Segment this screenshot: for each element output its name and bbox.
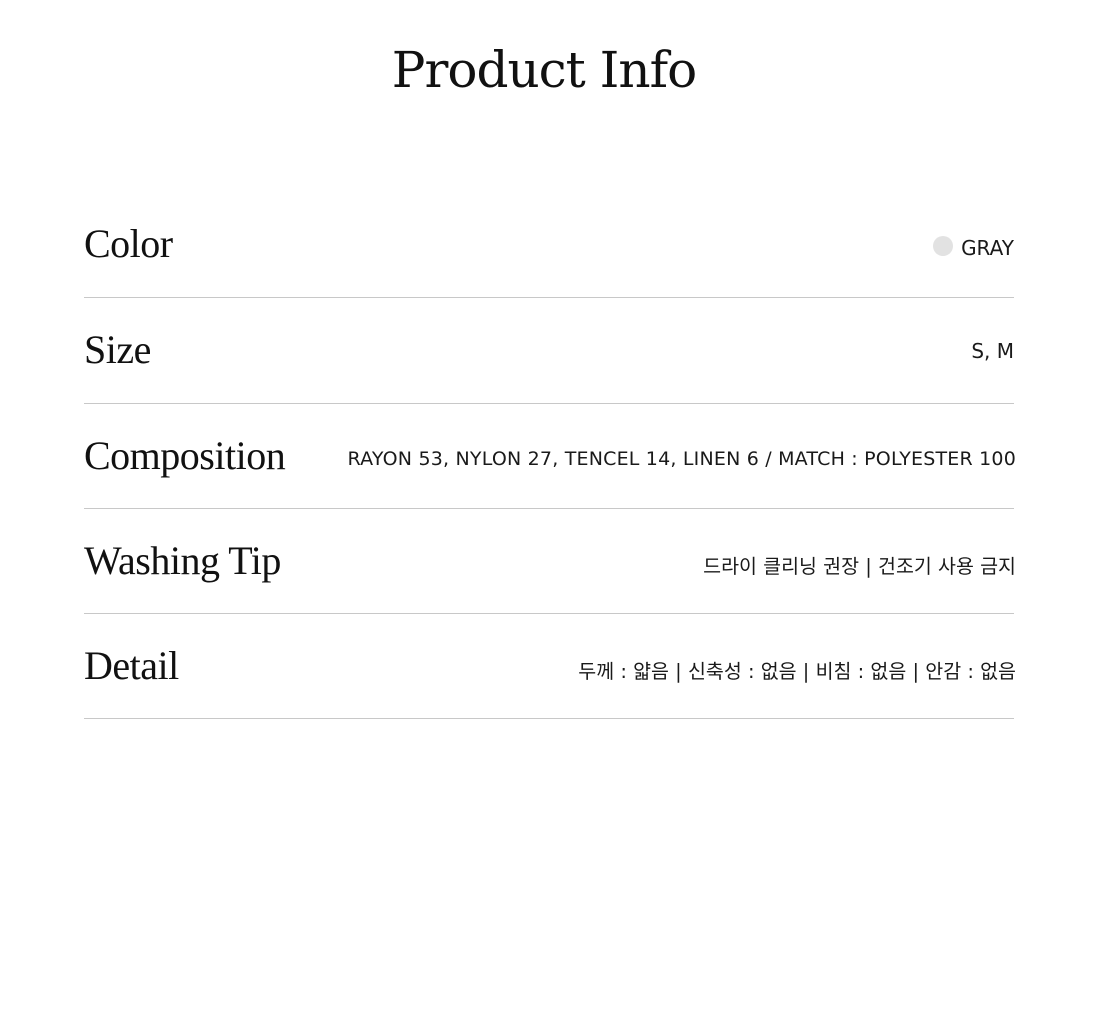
- row-value-composition: RAYON 53, NYLON 27, TENCEL 14, LINEN 6 /…: [347, 448, 1016, 470]
- row-value-color: GRAY: [933, 235, 1014, 260]
- info-row-washing-tip: Washing Tip 드라이 클리닝 권장 | 건조기 사용 금지: [84, 509, 1016, 614]
- info-row-composition: Composition RAYON 53, NYLON 27, TENCEL 1…: [84, 404, 1016, 509]
- row-label-washing-tip: Washing Tip: [84, 537, 281, 583]
- row-label-detail: Detail: [84, 642, 179, 688]
- color-value-text: GRAY: [961, 235, 1014, 260]
- row-value-washing-tip: 드라이 클리닝 권장 | 건조기 사용 금지: [703, 554, 1016, 578]
- row-label-size: Size: [84, 327, 151, 372]
- row-label-composition: Composition: [84, 432, 286, 478]
- color-swatch-icon: [933, 235, 954, 256]
- info-row-color: Color GRAY: [84, 192, 1014, 298]
- product-info-table: Color GRAY Size S, M Composition RAYON 5…: [84, 192, 1016, 719]
- row-label-color: Color: [84, 221, 173, 266]
- page-title: Product Info: [391, 41, 697, 99]
- row-value-detail: 두께 : 얇음 | 신축성 : 없음 | 비침 : 없음 | 안감 : 없음: [578, 659, 1016, 683]
- info-row-detail: Detail 두께 : 얇음 | 신축성 : 없음 | 비침 : 없음 | 안감…: [84, 614, 1016, 719]
- info-row-size: Size S, M: [84, 298, 1014, 404]
- row-value-size: S, M: [971, 338, 1014, 363]
